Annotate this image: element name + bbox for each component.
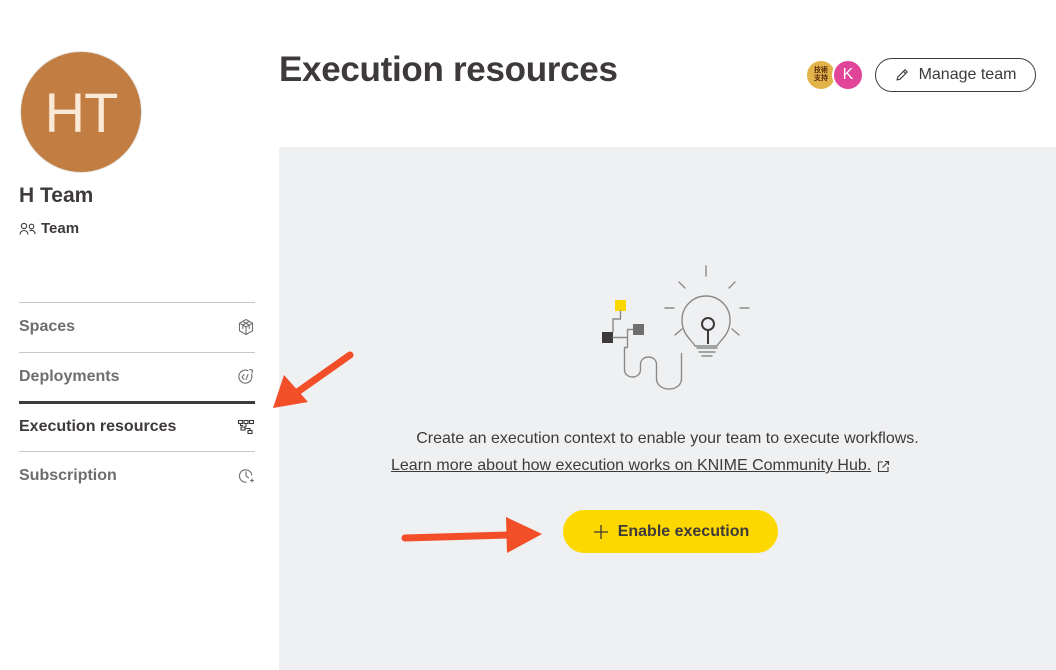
member-avatar[interactable]: K bbox=[832, 59, 864, 91]
team-avatar-initials: HT bbox=[44, 80, 119, 144]
enable-execution-button[interactable]: Enable execution bbox=[563, 510, 778, 553]
subscription-clock-icon bbox=[238, 469, 255, 483]
sidebar-item-spaces[interactable]: Spaces bbox=[19, 302, 255, 352]
team-people-icon bbox=[19, 222, 36, 235]
manage-team-label: Manage team bbox=[918, 66, 1017, 83]
sidebar-item-label: Deployments bbox=[19, 367, 120, 385]
team-name: H Team bbox=[19, 184, 94, 207]
sidebar-item-execution-resources[interactable]: Execution resources bbox=[19, 401, 255, 451]
sidebar-item-label: Subscription bbox=[19, 466, 117, 484]
main-panel bbox=[279, 147, 1056, 670]
sidebar-item-subscription[interactable]: Subscription bbox=[19, 450, 255, 501]
manage-team-button[interactable]: Manage team bbox=[875, 58, 1036, 92]
execution-resources-icon bbox=[237, 420, 255, 435]
annotation-arrow-button bbox=[401, 517, 542, 553]
deployments-icon bbox=[238, 368, 254, 384]
page-title: Execution resources bbox=[279, 50, 618, 89]
external-link-icon bbox=[878, 460, 890, 472]
sidebar-item-label: Execution resources bbox=[19, 418, 177, 436]
team-members[interactable]: 技術 支持 K bbox=[805, 59, 864, 91]
annotation-arrow-sidebar bbox=[273, 351, 354, 408]
plus-icon bbox=[593, 524, 608, 539]
sidebar-nav: Spaces Deployments Execution resources S… bbox=[19, 302, 255, 500]
enable-execution-label: Enable execution bbox=[617, 522, 750, 540]
empty-state-description: Create an execution context to enable yo… bbox=[416, 430, 919, 447]
spaces-cube-icon bbox=[238, 319, 254, 336]
sidebar-item-deployments[interactable]: Deployments bbox=[19, 351, 255, 402]
execution-lightbulb-illustration bbox=[602, 265, 750, 390]
team-type-label: Team bbox=[41, 220, 80, 237]
learn-more-link[interactable]: Learn more about how execution works on … bbox=[391, 457, 890, 475]
learn-more-link-text: Learn more about how execution works on … bbox=[391, 457, 872, 474]
pencil-icon bbox=[896, 69, 908, 81]
member-avatar-initial: 技術 支持 bbox=[814, 67, 828, 82]
team-avatar: HT bbox=[20, 51, 142, 173]
workflow-node-yellow bbox=[615, 300, 626, 311]
workflow-node-dark bbox=[602, 332, 613, 343]
sidebar-item-label: Spaces bbox=[19, 318, 76, 336]
team-type: Team bbox=[19, 220, 79, 237]
workflow-node-gray bbox=[633, 324, 644, 335]
member-avatar-initial: K bbox=[842, 66, 854, 83]
page: HT H Team Team Spaces Deployments Execut… bbox=[0, 0, 1056, 670]
